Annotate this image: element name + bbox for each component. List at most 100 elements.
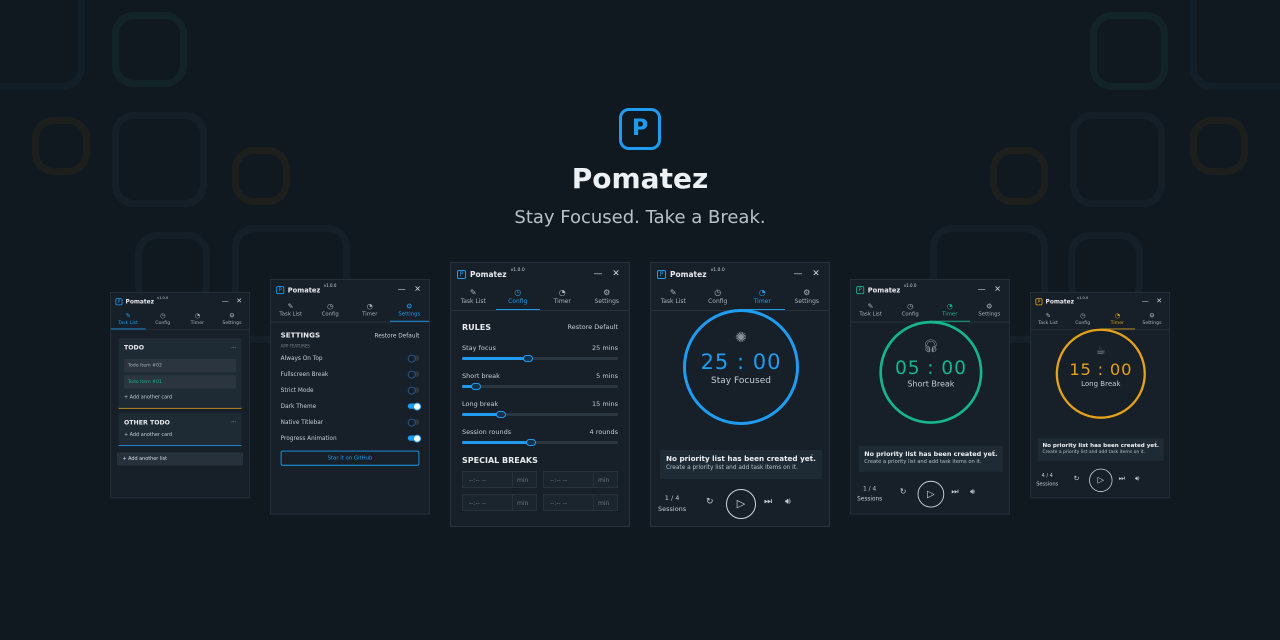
reset-icon[interactable]: ↻	[1074, 475, 1080, 483]
tab-timer[interactable]: ◔ Timer	[930, 299, 970, 322]
skip-icon[interactable]: ⏭︎	[764, 497, 772, 507]
tab-config[interactable]: ◷ Config	[890, 299, 930, 321]
special-break-input[interactable]: --:-- -- min	[462, 494, 537, 511]
slider-thumb[interactable]	[496, 410, 506, 418]
minimize-button[interactable]: —	[975, 285, 987, 294]
minutes-field[interactable]: min	[512, 472, 536, 487]
close-button[interactable]: ✕	[609, 269, 623, 279]
toggle-switch[interactable]	[407, 402, 422, 411]
tab-settings[interactable]: ⚙ Settings	[585, 285, 630, 310]
volume-icon[interactable]: 🔊︎	[1135, 475, 1139, 483]
minimize-button[interactable]: —	[591, 269, 605, 279]
setting-label: Native Titlebar	[280, 418, 324, 426]
toggle-switch[interactable]	[407, 370, 420, 379]
setting-strict-mode: Strict Mode	[281, 386, 420, 395]
tab-timer[interactable]: ◔ Timer	[350, 299, 390, 321]
time-field[interactable]: --:-- --	[544, 472, 593, 487]
github-star-button[interactable]: Star it on GitHub	[280, 450, 420, 466]
toggle-switch[interactable]	[407, 386, 420, 395]
tab-task-list[interactable]: ✎ Task List	[271, 299, 311, 321]
minimize-button[interactable]: —	[791, 269, 805, 279]
task-card[interactable]: Todo item #02	[124, 358, 237, 373]
tab-settings[interactable]: ⚙ Settings	[389, 299, 430, 322]
tab-timer[interactable]: ◔ Timer	[540, 285, 585, 310]
tab-label: Task List	[460, 298, 486, 305]
section-label: APP FEATURES	[280, 344, 310, 350]
tab-config[interactable]: ◷ Config	[310, 299, 350, 321]
close-button[interactable]: ✕	[411, 285, 423, 294]
close-button[interactable]: ✕	[809, 269, 823, 279]
session-count: 4 / 4	[1041, 472, 1053, 479]
minutes-field[interactable]: min	[512, 495, 536, 510]
time-field[interactable]: --:-- --	[544, 495, 593, 510]
time-field[interactable]: --:-- --	[463, 495, 512, 510]
tab-config[interactable]: ◷ Config	[495, 285, 540, 310]
close-button[interactable]: ✕	[1154, 297, 1165, 305]
timer-icon: ◔	[758, 288, 766, 297]
play-button[interactable]: ▷	[917, 480, 945, 508]
tab-task-list[interactable]: ✎ Task List	[451, 285, 496, 310]
toggle-switch[interactable]	[407, 434, 422, 443]
minimize-button[interactable]: —	[1140, 297, 1151, 305]
slider-thumb[interactable]	[525, 438, 536, 446]
slider-track[interactable]	[462, 354, 618, 362]
slider-thumb[interactable]	[522, 354, 533, 362]
more-menu-icon[interactable]: ⋮	[990, 449, 997, 457]
add-card-button[interactable]: + Add another card	[124, 395, 236, 400]
add-card-button[interactable]: + Add another card	[124, 432, 236, 437]
toggle-switch[interactable]	[407, 354, 420, 363]
app-version: v1.0.0	[1077, 296, 1089, 301]
timer-time: 25 : 00	[700, 350, 782, 374]
tab-timer[interactable]: ◔ Timer	[1100, 310, 1135, 330]
special-break-input[interactable]: --:-- -- min	[543, 471, 618, 488]
minutes-field[interactable]: min	[593, 495, 617, 510]
list-menu-button[interactable]: ···	[231, 419, 236, 426]
skip-icon[interactable]: ⏭︎	[951, 488, 958, 497]
play-button[interactable]: ▷	[1089, 468, 1113, 492]
special-break-input[interactable]: --:-- -- min	[543, 494, 618, 511]
volume-icon[interactable]: 🔊︎	[970, 488, 975, 497]
sessions-label: Sessions	[857, 495, 883, 503]
close-button[interactable]: ✕	[991, 285, 1003, 294]
more-menu-icon[interactable]: ⋮	[1153, 441, 1159, 448]
volume-icon[interactable]: 🔊︎	[785, 497, 791, 507]
minimize-button[interactable]: —	[220, 297, 231, 305]
tab-settings[interactable]: ⚙ Settings	[1135, 310, 1170, 329]
tab-task-list[interactable]: ✎ Task List	[1031, 310, 1066, 329]
tab-label: Timer	[190, 320, 205, 326]
reset-icon[interactable]: ↻	[706, 497, 714, 507]
minutes-field[interactable]: min	[593, 472, 617, 487]
tab-timer[interactable]: ◔ Timer	[740, 285, 785, 310]
minimize-button[interactable]: —	[395, 285, 407, 294]
tab-task-list[interactable]: ✎ Task List	[851, 299, 891, 321]
tab-task-list[interactable]: ✎ Task List	[651, 285, 696, 310]
tab-settings[interactable]: ⚙ Settings	[785, 285, 830, 310]
close-button[interactable]: ✕	[234, 297, 245, 305]
restore-default-button[interactable]: Restore Default	[568, 323, 618, 332]
special-break-input[interactable]: --:-- -- min	[462, 471, 537, 488]
reset-icon[interactable]: ↻	[900, 488, 907, 497]
toggle-switch[interactable]	[407, 418, 420, 427]
tab-settings[interactable]: ⚙ Settings	[970, 299, 1010, 321]
slider-track[interactable]	[462, 382, 618, 390]
tab-timer[interactable]: ◔ Timer	[180, 310, 215, 329]
tab-config[interactable]: ◷ Config	[696, 285, 741, 310]
tab-config[interactable]: ◷ Config	[1065, 310, 1100, 329]
play-button[interactable]: ▷	[726, 489, 756, 519]
task-card[interactable]: Todo item #01	[124, 375, 237, 389]
add-list-button[interactable]: + Add another list	[117, 452, 244, 466]
more-menu-icon[interactable]: ⋮	[808, 453, 816, 462]
tab-task-list[interactable]: ✎ Task List	[110, 310, 146, 330]
restore-default-button[interactable]: Restore Default	[374, 332, 419, 339]
time-field[interactable]: --:-- --	[463, 472, 512, 487]
list-menu-button[interactable]: ···	[231, 344, 236, 351]
slider-track[interactable]	[462, 410, 618, 418]
titlebar: P Pomatez v1.0.0 — ✕	[111, 293, 249, 310]
slider-thumb[interactable]	[471, 382, 482, 390]
tab-settings[interactable]: ⚙ Settings	[215, 310, 250, 329]
tab-label: Settings	[1142, 320, 1162, 326]
skip-icon[interactable]: ⏭︎	[1119, 475, 1125, 483]
list-title: TODO	[124, 344, 145, 352]
tab-config[interactable]: ◷ Config	[145, 310, 180, 329]
slider-track[interactable]	[462, 438, 618, 446]
